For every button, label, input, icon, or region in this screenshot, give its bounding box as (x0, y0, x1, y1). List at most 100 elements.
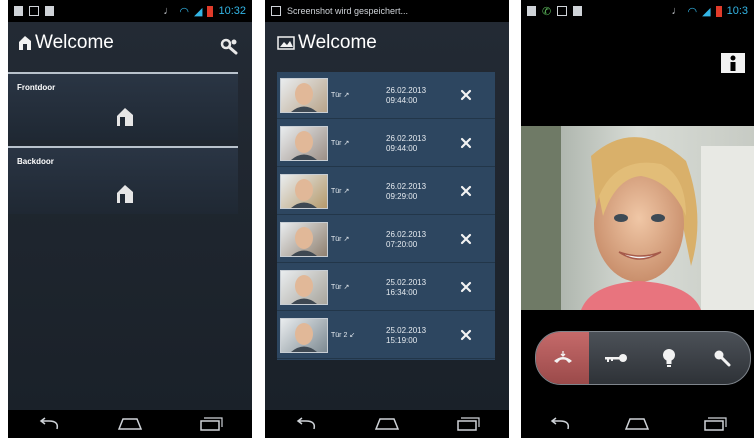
recent-apps-button[interactable] (455, 415, 481, 433)
close-icon (460, 89, 472, 101)
signal-icon: ◢ (702, 5, 711, 18)
microphone-button[interactable] (695, 332, 748, 384)
light-bulb-icon (662, 349, 675, 367)
recent-apps-button[interactable] (198, 415, 224, 433)
open-door-button[interactable] (589, 332, 642, 384)
delete-button[interactable] (460, 88, 472, 106)
house-icon (117, 185, 133, 203)
title-text: Welcome (35, 32, 114, 53)
door-card-frontdoor[interactable]: Frontdoor (8, 72, 238, 140)
status-time: 10:32 (218, 5, 246, 17)
close-icon (460, 281, 472, 293)
settings-button[interactable] (219, 38, 239, 61)
image-notification-icon (557, 6, 568, 16)
visitor-photo (291, 227, 317, 256)
image-icon (277, 36, 295, 50)
home-button[interactable] (624, 415, 650, 433)
incoming-arrow-icon: ↗ (343, 140, 350, 147)
call-active-icon: ✆ (542, 5, 552, 18)
close-icon (460, 233, 472, 245)
caller-video-image (521, 126, 754, 310)
hang-up-icon (553, 351, 572, 363)
home-icon (374, 418, 400, 430)
history-row[interactable]: Tür ↗ 26.02.2013 09:44:00 (277, 120, 495, 167)
person-info-icon (730, 55, 736, 71)
incoming-arrow-icon: ↗ (343, 188, 350, 195)
door-name: Tür ↗ (331, 187, 349, 195)
status-message: Screenshot wird gespeichert... (287, 6, 409, 16)
status-bar: Screenshot wird gespeichert... (265, 0, 509, 22)
page-title: Welcome (18, 32, 114, 54)
back-button[interactable] (547, 415, 573, 433)
delete-button[interactable] (460, 184, 472, 202)
back-button[interactable] (36, 415, 62, 433)
battery-icon (715, 5, 722, 17)
recent-apps-icon (704, 417, 727, 431)
back-icon (550, 417, 569, 430)
delete-button[interactable] (460, 280, 472, 298)
call-date: 26.02.2013 (386, 86, 427, 95)
wrench-gear-icon (220, 38, 238, 55)
visitor-photo (291, 323, 317, 352)
history-row[interactable]: Tür ↗ 26.02.2013 07:20:00 (277, 216, 495, 263)
phone-screen-history: Screenshot wird gespeichert... Welcome T… (265, 0, 509, 438)
history-row[interactable]: Tür ↗ 26.02.2013 09:44:00 (277, 72, 495, 119)
notification-icon (527, 6, 536, 16)
house-icon (117, 108, 133, 126)
call-timestamp: 25.02.2013 15:19:00 (386, 326, 426, 346)
door-label: Tür (331, 92, 342, 99)
recent-apps-button[interactable] (702, 415, 728, 433)
incoming-arrow-icon: ↗ (343, 92, 350, 99)
mute-icon: ♩ (671, 5, 683, 17)
visitor-thumbnail (280, 78, 328, 113)
wifi-icon: ◠ (179, 5, 189, 18)
phone-screen-welcome: ♩ ◠ ◢ 10:32 Welcome Frontdoor Backdoor (8, 0, 252, 438)
battery-icon (207, 5, 214, 17)
delete-button[interactable] (460, 136, 472, 154)
media-notification-icon (45, 6, 54, 16)
door-label: Tür (331, 284, 342, 291)
call-control-bar (535, 331, 751, 385)
visitor-photo (291, 131, 317, 160)
call-timestamp: 25.02.2013 16:34:00 (386, 278, 426, 298)
close-icon (460, 185, 472, 197)
image-notification-icon (29, 6, 39, 16)
door-name: Tür ↗ (331, 139, 349, 147)
light-button[interactable] (642, 332, 695, 384)
wifi-icon: ◠ (687, 5, 698, 18)
delete-button[interactable] (460, 328, 472, 346)
phone-screen-video-call: ✆ ♩ ◠ ◢ 10:3 (521, 0, 754, 438)
home-button[interactable] (117, 415, 143, 433)
call-date: 25.02.2013 (386, 278, 427, 287)
delete-button[interactable] (460, 232, 472, 250)
history-row[interactable]: Tür 2 ↙ 25.02.2013 15:19:00 (277, 312, 495, 359)
house-icon (19, 36, 31, 50)
door-name: Tür ↗ (331, 235, 349, 243)
navigation-bar (265, 410, 509, 438)
door-name: Tür ↗ (331, 283, 349, 291)
call-time: 09:44:00 (386, 96, 418, 105)
call-time: 07:20:00 (386, 240, 418, 249)
door-name: Tür 2 ↙ (331, 331, 355, 339)
back-icon (39, 417, 58, 430)
page-title: Welcome (277, 32, 377, 54)
call-timestamp: 26.02.2013 09:29:00 (386, 182, 426, 202)
home-button[interactable] (374, 415, 400, 433)
door-label: Tür (331, 140, 342, 147)
call-time: 09:44:00 (386, 144, 418, 153)
call-date: 26.02.2013 (386, 182, 427, 191)
back-button[interactable] (293, 415, 319, 433)
visitor-photo (291, 83, 317, 112)
notification-icon (14, 6, 23, 16)
info-button[interactable] (721, 53, 745, 73)
hang-up-button[interactable] (536, 332, 589, 384)
door-card-backdoor[interactable]: Backdoor (8, 146, 238, 214)
door-label: Backdoor (17, 157, 54, 166)
history-row[interactable]: Tür ↗ 25.02.2013 16:34:00 (277, 264, 495, 311)
door-label: Tür (331, 188, 342, 195)
back-icon (296, 417, 315, 430)
call-date: 26.02.2013 (386, 230, 427, 239)
incoming-arrow-icon: ↗ (343, 284, 350, 291)
history-row[interactable]: Tür ↗ 26.02.2013 09:29:00 (277, 168, 495, 215)
door-label: Tür (331, 236, 342, 243)
